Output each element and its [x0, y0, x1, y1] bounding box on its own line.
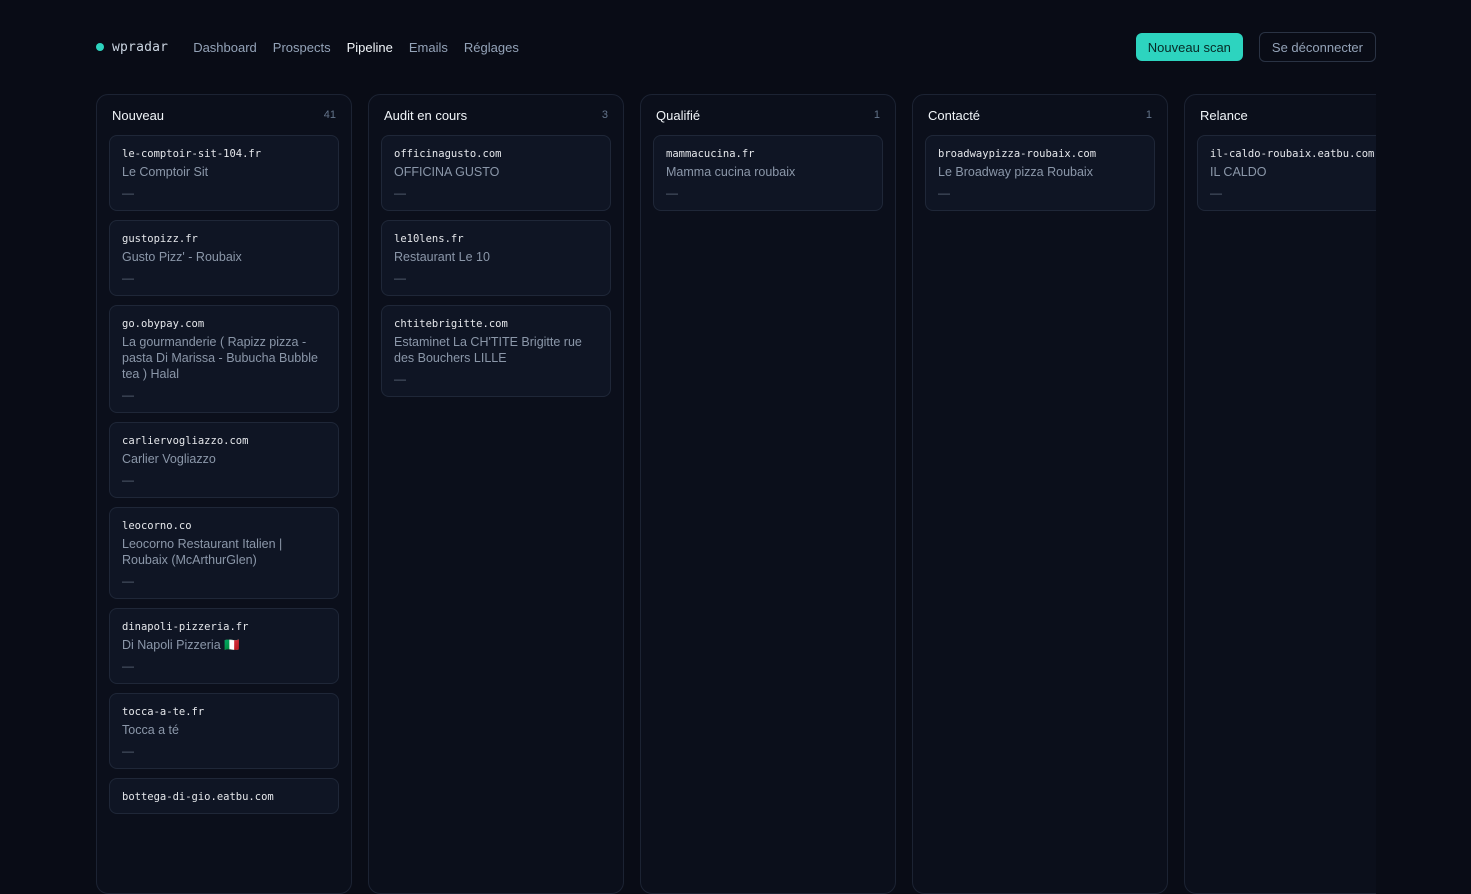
- nav-item-prospects[interactable]: Prospects: [273, 40, 331, 55]
- card-meta: —: [122, 744, 134, 758]
- column-title: Relance: [1200, 107, 1248, 123]
- card-domain: bottega-di-gio.eatbu.com: [122, 791, 274, 803]
- card-meta: —: [122, 186, 134, 200]
- card-domain: officinagusto.com: [394, 148, 502, 160]
- column-header: Contacté 1: [925, 95, 1155, 135]
- card-name: Gusto Pizz' - Roubaix: [122, 250, 242, 264]
- card-domain: le-comptoir-sit-104.fr: [122, 148, 262, 160]
- card-name: Carlier Vogliazzo: [122, 452, 216, 466]
- prospect-card[interactable]: gustopizz.fr Gusto Pizz' - Roubaix —: [109, 220, 339, 296]
- card-name: OFFICINA GUSTO: [394, 165, 500, 179]
- prospect-card[interactable]: leocorno.co Leocorno Restaurant Italien |…: [109, 507, 339, 599]
- column-count-badge: 1: [1145, 109, 1152, 121]
- prospect-card[interactable]: le10lens.fr Restaurant Le 10 —: [381, 220, 611, 296]
- card-meta: —: [394, 372, 406, 386]
- prospect-card[interactable]: mammacucina.fr Mamma cucina roubaix —: [653, 135, 883, 211]
- pipeline-column-relance: Relance il-caldo-roubaix.eatbu.com IL CALD…: [1184, 94, 1376, 894]
- card-meta: —: [394, 186, 406, 200]
- card-meta: —: [394, 271, 406, 285]
- column-header: Qualifié 1: [653, 95, 883, 135]
- column-header: Nouveau 41: [109, 95, 339, 135]
- column-title: Contacté: [928, 107, 981, 123]
- card-list: broadwaypizza-roubaix.com Le Broadway piz…: [925, 135, 1155, 211]
- card-list: mammacucina.fr Mamma cucina roubaix —: [653, 135, 883, 211]
- card-meta: —: [122, 659, 134, 673]
- nav-item-emails[interactable]: Emails: [409, 40, 448, 55]
- card-name: Le Broadway pizza Roubaix: [938, 165, 1093, 179]
- column-count-badge: 1: [873, 109, 880, 121]
- prospect-card[interactable]: go.obypay.com La gourmanderie ( Rapizz pi…: [109, 305, 339, 413]
- card-name: Di Napoli Pizzeria 🇮🇹: [122, 638, 240, 652]
- nav-item-pipeline[interactable]: Pipeline: [347, 40, 393, 55]
- main-nav: Dashboard Prospects Pipeline Emails Régl…: [193, 40, 519, 55]
- card-name: Restaurant Le 10: [394, 250, 490, 264]
- prospect-card[interactable]: carliervogliazzo.com Carlier Vogliazzo —: [109, 422, 339, 498]
- card-name: Mamma cucina roubaix: [666, 165, 796, 179]
- card-domain: leocorno.co: [122, 520, 192, 532]
- column-count-badge: 3: [601, 109, 608, 121]
- pipeline-column-contacte: Contacté 1 broadwaypizza-roubaix.com Le Bro…: [912, 94, 1168, 894]
- column-header: Relance: [1197, 95, 1376, 135]
- card-name: Tocca a té: [122, 723, 179, 737]
- pipeline-column-qualifie: Qualifié 1 mammacucina.fr Mamma cucina roub…: [640, 94, 896, 894]
- card-name: IL CALDO: [1210, 165, 1267, 179]
- card-domain: chtitebrigitte.com: [394, 318, 508, 330]
- card-domain: il-caldo-roubaix.eatbu.com: [1210, 148, 1375, 160]
- prospect-card[interactable]: le-comptoir-sit-104.fr Le Comptoir Sit —: [109, 135, 339, 211]
- brand-name: wpradar: [112, 39, 169, 55]
- column-title: Audit en cours: [384, 107, 468, 123]
- card-domain: go.obypay.com: [122, 318, 205, 330]
- card-name: Estaminet La CH'TITE Brigitte rue des Bo…: [394, 335, 582, 365]
- card-domain: gustopizz.fr: [122, 233, 198, 245]
- card-name: La gourmanderie ( Rapizz pizza - pasta D…: [122, 335, 318, 381]
- card-meta: —: [666, 186, 678, 200]
- card-meta: —: [122, 388, 134, 402]
- pipeline-board: Nouveau 41 le-comptoir-sit-104.fr Le Compto…: [96, 94, 1376, 894]
- prospect-card[interactable]: chtitebrigitte.com Estaminet La CH'TITE B…: [381, 305, 611, 397]
- prospect-card[interactable]: dinapoli-pizzeria.fr Di Napoli Pizzeria 🇮…: [109, 608, 339, 684]
- card-domain: mammacucina.fr: [666, 148, 755, 160]
- prospect-card[interactable]: broadwaypizza-roubaix.com Le Broadway piz…: [925, 135, 1155, 211]
- card-domain: carliervogliazzo.com: [122, 435, 249, 447]
- pipeline-column-audit-en-cours: Audit en cours 3 officinagusto.com OFFICINA…: [368, 94, 624, 894]
- column-header: Audit en cours 3: [381, 95, 611, 135]
- card-list: il-caldo-roubaix.eatbu.com IL CALDO —: [1197, 135, 1376, 211]
- prospect-card[interactable]: il-caldo-roubaix.eatbu.com IL CALDO —: [1197, 135, 1376, 211]
- column-title: Nouveau: [112, 107, 165, 123]
- card-domain: tocca-a-te.fr: [122, 706, 205, 718]
- card-list: le-comptoir-sit-104.fr Le Comptoir Sit — gu…: [109, 135, 339, 814]
- brand-dot-icon: [96, 43, 104, 51]
- card-meta: —: [1210, 186, 1222, 200]
- card-name: Leocorno Restaurant Italien | Roubaix (M…: [122, 537, 283, 567]
- card-domain: le10lens.fr: [394, 233, 464, 245]
- card-domain: dinapoli-pizzeria.fr: [122, 621, 249, 633]
- column-count-badge: 41: [323, 109, 336, 121]
- header-actions: Nouveau scan Se déconnecter: [1135, 32, 1376, 62]
- column-title: Qualifié: [656, 107, 701, 123]
- new-scan-button[interactable]: Nouveau scan: [1135, 33, 1243, 61]
- card-list: officinagusto.com OFFICINA GUSTO — le10lens…: [381, 135, 611, 397]
- card-name: Le Comptoir Sit: [122, 165, 209, 179]
- prospect-card[interactable]: bottega-di-gio.eatbu.com: [109, 778, 339, 814]
- brand[interactable]: wpradar: [96, 40, 168, 55]
- prospect-card[interactable]: tocca-a-te.fr Tocca a té —: [109, 693, 339, 769]
- logout-button[interactable]: Se déconnecter: [1258, 32, 1376, 62]
- card-meta: —: [938, 186, 950, 200]
- card-meta: —: [122, 271, 134, 285]
- nav-item-reglages[interactable]: Réglages: [464, 40, 519, 55]
- card-meta: —: [122, 574, 134, 588]
- top-bar: wpradar Dashboard Prospects Pipeline Ema…: [96, 32, 1376, 62]
- nav-item-dashboard[interactable]: Dashboard: [193, 40, 257, 55]
- card-meta: —: [122, 473, 134, 487]
- pipeline-column-nouveau: Nouveau 41 le-comptoir-sit-104.fr Le Compto…: [96, 94, 352, 894]
- prospect-card[interactable]: officinagusto.com OFFICINA GUSTO —: [381, 135, 611, 211]
- card-domain: broadwaypizza-roubaix.com: [938, 148, 1097, 160]
